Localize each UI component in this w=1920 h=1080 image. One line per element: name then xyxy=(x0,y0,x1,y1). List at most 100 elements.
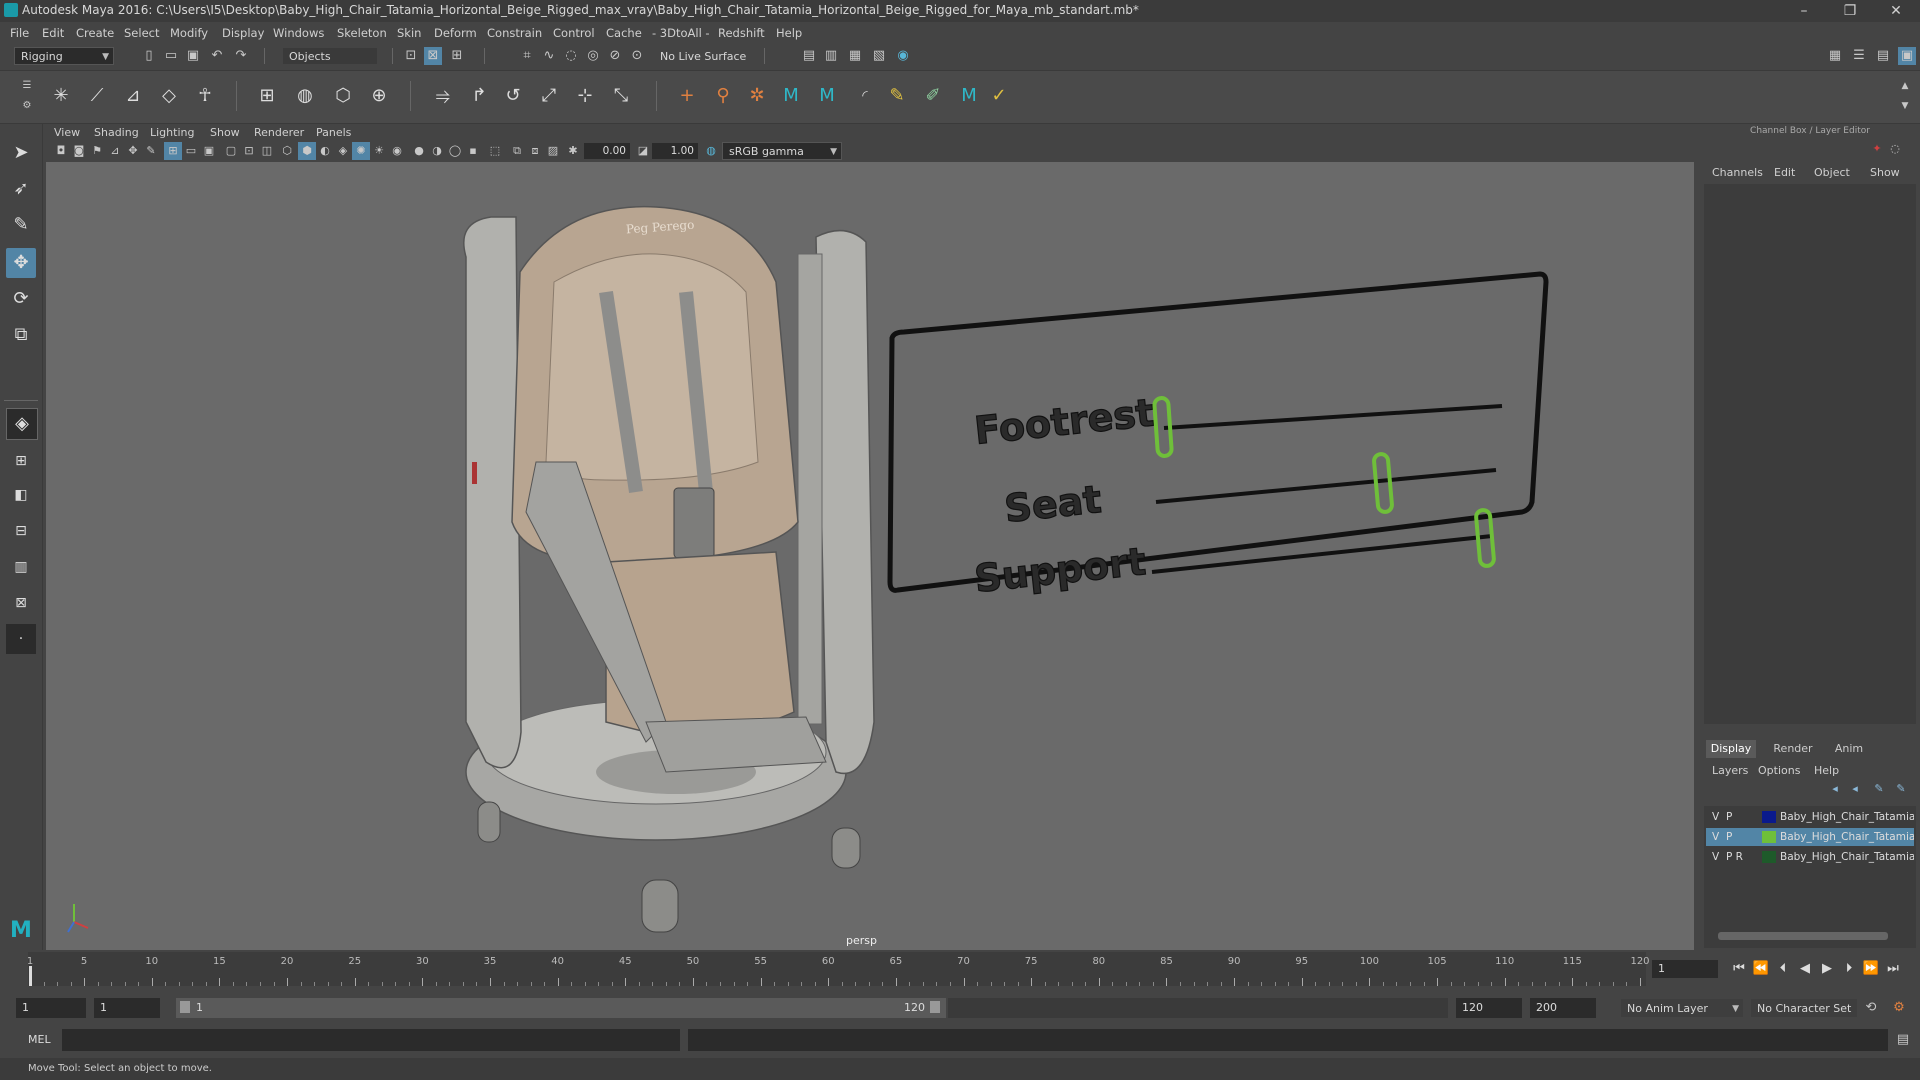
panel-menu-renderer[interactable]: Renderer xyxy=(254,126,304,139)
channel-box-toggle-icon[interactable]: ▣ xyxy=(1898,47,1916,65)
channel-box-menu-channels[interactable]: Channels xyxy=(1712,166,1763,179)
selection-mode-dropdown[interactable]: Objects xyxy=(282,47,378,65)
move-layer-down-icon[interactable]: ◂ xyxy=(1846,780,1864,798)
humanik-icon[interactable]: ☥ xyxy=(192,83,218,109)
save-scene-icon[interactable]: ▣ xyxy=(184,47,202,65)
create-controller-icon[interactable]: ⚲ xyxy=(710,83,736,109)
snap-curve-icon[interactable]: ∿ xyxy=(540,47,558,65)
layer-tab-display[interactable]: Display xyxy=(1706,740,1756,758)
modeling-toolkit-icon[interactable]: ▦ xyxy=(1826,47,1844,65)
step-forward-key-icon[interactable]: ⏩ xyxy=(1862,960,1880,978)
current-time-indicator[interactable] xyxy=(29,966,32,986)
minimize-button[interactable]: – xyxy=(1784,1,1824,21)
animation-start-field[interactable]: 1 xyxy=(16,998,86,1018)
layer-list-scrollbar[interactable] xyxy=(1718,932,1888,940)
grid-toggle-icon[interactable]: ⊞ xyxy=(164,142,182,160)
attribute-editor-icon[interactable]: ☰ xyxy=(1850,47,1868,65)
tool-settings-icon[interactable]: ▤ xyxy=(1874,47,1892,65)
go-to-end-icon[interactable]: ⏭ xyxy=(1884,960,1902,978)
maya-logo-shelf-icon[interactable]: M xyxy=(956,83,982,109)
range-bar[interactable]: 1 120 xyxy=(176,998,946,1018)
layer-menu-options[interactable]: Options xyxy=(1758,764,1800,777)
view-transform-dropdown[interactable]: sRGB gamma ▼ xyxy=(722,142,842,160)
move-layer-up-icon[interactable]: ◂ xyxy=(1826,780,1844,798)
connection-icon[interactable]: ✲ xyxy=(744,83,770,109)
use-all-lights-icon[interactable]: ✺ xyxy=(352,142,370,160)
auto-keyframe-icon[interactable]: ⟲ xyxy=(1862,999,1880,1017)
select-by-component-icon[interactable]: ⊞ xyxy=(448,47,466,65)
joint-tool-icon[interactable]: ✳ xyxy=(48,83,74,109)
wireframe-icon[interactable]: ⬡ xyxy=(278,142,296,160)
anti-aliasing-icon[interactable]: ◑ xyxy=(428,142,446,160)
ambient-occlusion-icon[interactable]: ◉ xyxy=(388,142,406,160)
menu-file[interactable]: File xyxy=(10,26,29,40)
perspective-viewport[interactable]: Peg Perego Footrest Seat Support persp xyxy=(46,162,1694,950)
channel-box-pin-icon[interactable]: ✦ xyxy=(1868,140,1886,158)
menu-edit[interactable]: Edit xyxy=(42,26,64,40)
point-constraint-icon[interactable]: ⥤ xyxy=(430,83,456,109)
display-layer-row[interactable]: V P Baby_High_Chair_Tatamia_Horizontal_B… xyxy=(1706,828,1914,846)
layer-tab-render[interactable]: Render xyxy=(1768,740,1818,758)
hud-icon[interactable]: ▨ xyxy=(544,142,562,160)
step-back-frame-icon[interactable]: ⏴ xyxy=(1774,960,1792,978)
orient-constraint-icon[interactable]: ↺ xyxy=(500,83,526,109)
shelf-scroll-up-icon[interactable]: ▲ xyxy=(1896,77,1914,95)
safe-action-icon[interactable]: ◫ xyxy=(258,142,276,160)
move-tool-icon[interactable]: ✥ xyxy=(6,248,36,278)
range-start-handle[interactable] xyxy=(180,1001,190,1013)
menu-modify[interactable]: Modify xyxy=(170,26,208,40)
menu-help[interactable]: Help xyxy=(776,26,802,40)
close-button[interactable]: ✕ xyxy=(1876,1,1916,21)
panel-menu-show[interactable]: Show xyxy=(210,126,240,139)
paint-select-tool-icon[interactable]: ✎ xyxy=(6,210,36,240)
dim-icon[interactable]: ◜ xyxy=(852,83,878,109)
character-set-dropdown[interactable]: No Character Set xyxy=(1750,998,1858,1018)
layer-visibility-toggle[interactable]: V xyxy=(1712,808,1719,826)
backface-culling-icon[interactable]: ⧈ xyxy=(526,142,544,160)
wireframe-on-shaded-icon[interactable]: ◐ xyxy=(316,142,334,160)
select-by-object-type-icon[interactable]: ⊠ xyxy=(424,47,442,65)
parent-constraint-icon[interactable]: ⊹ xyxy=(572,83,598,109)
cluster-icon[interactable]: ⊕ xyxy=(366,83,392,109)
playback-start-field[interactable]: 1 xyxy=(94,998,160,1018)
layer-playback-toggle[interactable]: P xyxy=(1726,828,1732,846)
layer-color-swatch[interactable] xyxy=(1762,831,1776,843)
exposure-icon[interactable]: ✱ xyxy=(564,142,582,160)
paint-weights-icon[interactable]: ◍ xyxy=(292,83,318,109)
shelf-scroll-down-icon[interactable]: ▼ xyxy=(1896,97,1914,115)
layer-color-swatch[interactable] xyxy=(1762,851,1776,863)
menu-control[interactable]: Control xyxy=(553,26,595,40)
panel-menu-view[interactable]: View xyxy=(54,126,80,139)
menu-skin[interactable]: Skin xyxy=(397,26,421,40)
ik-handle-icon[interactable]: ⟋ xyxy=(84,83,110,109)
step-forward-frame-icon[interactable]: ⏵ xyxy=(1840,960,1858,978)
xray-icon[interactable]: ⬚ xyxy=(486,142,504,160)
camera-attributes-icon[interactable]: ◙ xyxy=(70,142,88,160)
render-settings-icon[interactable]: ▤ xyxy=(800,47,818,65)
isolate-select-icon[interactable]: ▪ xyxy=(464,142,482,160)
exposure-field[interactable]: 0.00 xyxy=(584,143,630,159)
channel-box-menu-object[interactable]: Object xyxy=(1814,166,1850,179)
gamma-icon[interactable]: ◪ xyxy=(634,142,652,160)
smooth-shade-icon[interactable]: ⬢ xyxy=(298,142,316,160)
aim-constraint-icon[interactable]: ↱ xyxy=(466,83,492,109)
depth-of-field-icon[interactable]: ◯ xyxy=(446,142,464,160)
render-frame-icon[interactable]: ▥ xyxy=(822,47,840,65)
ipr-render-icon[interactable]: ▦ xyxy=(846,47,864,65)
script-editor-icon[interactable]: ▤ xyxy=(1894,1031,1912,1049)
go-to-start-icon[interactable]: ⏮ xyxy=(1730,960,1748,978)
new-layer-icon[interactable]: ✎ xyxy=(1870,780,1888,798)
check-icon[interactable]: ✓ xyxy=(986,83,1012,109)
make-live-icon[interactable]: ⊙ xyxy=(628,47,646,65)
layer-playback-toggle[interactable]: P R xyxy=(1726,848,1743,866)
menu-display[interactable]: Display xyxy=(222,26,264,40)
undo-icon[interactable]: ↶ xyxy=(208,47,226,65)
restore-button[interactable]: ❐ xyxy=(1830,1,1870,21)
motion-blur-icon[interactable]: ● xyxy=(410,142,428,160)
new-scene-icon[interactable]: ▯ xyxy=(140,47,158,65)
menu-3dtoall[interactable]: - 3DtoAll - xyxy=(652,26,710,40)
menu-deform[interactable]: Deform xyxy=(434,26,477,40)
color-management-icon[interactable]: ◍ xyxy=(702,142,720,160)
select-tool-icon[interactable]: ➤ xyxy=(6,138,36,168)
bookmark-icon[interactable]: ⚑ xyxy=(88,142,106,160)
